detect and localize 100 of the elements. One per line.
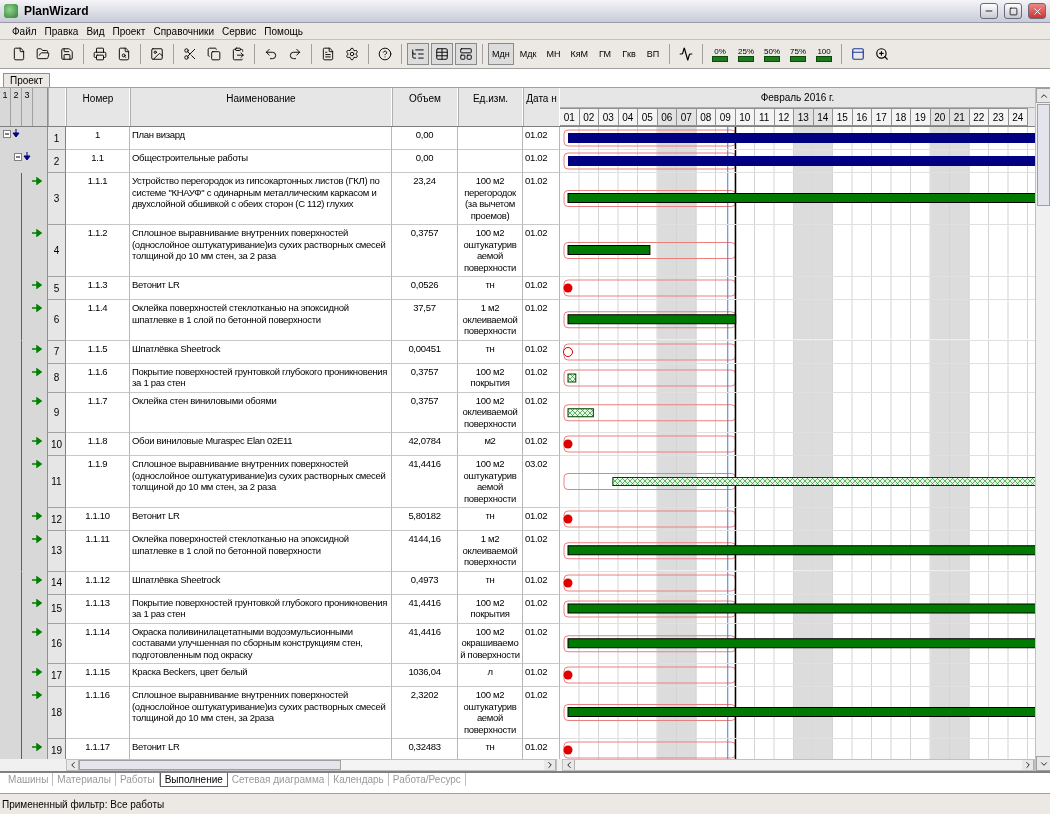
view-mode-button[interactable]: Мдк: [515, 43, 541, 65]
close-button[interactable]: [1028, 3, 1046, 19]
menu-item[interactable]: Вид: [82, 25, 109, 37]
row-number[interactable]: 10: [48, 433, 66, 456]
milestone-marker[interactable]: [563, 670, 573, 680]
milestone-marker[interactable]: [563, 578, 573, 587]
row-number[interactable]: 11: [48, 456, 66, 508]
progress-button[interactable]: 0%: [708, 43, 733, 65]
milestone-marker[interactable]: [563, 745, 573, 755]
menu-item[interactable]: Помощь: [260, 25, 307, 37]
row-number[interactable]: 13: [48, 531, 66, 572]
scroll-left-button[interactable]: [563, 760, 575, 770]
horizontal-scrollbar[interactable]: [562, 759, 1035, 771]
open-folder-icon: [36, 47, 50, 61]
table-cell: 100 м2 оштукатурив аемой поверхности: [458, 456, 523, 508]
task-bar[interactable]: [567, 545, 1035, 556]
scroll-left-button[interactable]: [67, 760, 79, 770]
table-cell: Покрытие поверхностей грунтовкой глубокого проникновения за 1 раз стен: [130, 594, 392, 624]
outline-level-button[interactable]: 1: [0, 88, 11, 126]
scroll-up-button[interactable]: [1036, 88, 1050, 103]
menu-item[interactable]: Сервис: [218, 25, 261, 37]
hatched-task-bar[interactable]: [567, 407, 594, 417]
hatched-task-bar[interactable]: [612, 477, 1035, 486]
row-number[interactable]: 7: [48, 340, 66, 364]
row-number[interactable]: 8: [48, 363, 66, 393]
row-number[interactable]: 17: [48, 664, 66, 687]
row-number[interactable]: 12: [48, 508, 66, 531]
column-header[interactable]: Наименование: [130, 88, 392, 126]
panel-layout-button[interactable]: [455, 43, 477, 65]
horizontal-scrollbar[interactable]: [66, 759, 557, 771]
view-mode-button[interactable]: КяМ: [566, 43, 593, 65]
scrollbar-thumb[interactable]: [79, 760, 341, 770]
column-header[interactable]: Номер: [66, 88, 130, 126]
menu-item[interactable]: Файл: [8, 25, 41, 37]
column-header[interactable]: Ед.изм.: [458, 88, 523, 126]
waveform-icon: [679, 47, 694, 61]
progress-button[interactable]: 50%: [760, 43, 785, 65]
collapse-icon[interactable]: [14, 152, 32, 162]
row-number[interactable]: 9: [48, 392, 66, 433]
row-number[interactable]: 3: [48, 173, 66, 225]
day-header: 16: [852, 108, 872, 126]
table-icon: [435, 47, 449, 61]
row-number[interactable]: 6: [48, 300, 66, 341]
tree-view-button[interactable]: [407, 43, 429, 65]
row-number[interactable]: 15: [48, 594, 66, 624]
task-bar[interactable]: [567, 314, 737, 325]
view-mode-button[interactable]: ГМ: [594, 43, 617, 65]
add-panel-icon: [851, 47, 866, 61]
vertical-scrollbar[interactable]: [1035, 88, 1050, 771]
milestone-marker[interactable]: [563, 514, 573, 524]
row-number[interactable]: 1: [48, 127, 66, 150]
view-mode-button[interactable]: Мдн: [488, 43, 514, 65]
day-header: 14: [813, 108, 833, 126]
view-mode-button[interactable]: Гкв: [618, 43, 641, 65]
task-bar[interactable]: [567, 637, 1035, 648]
row-number[interactable]: 19: [48, 739, 66, 759]
column-header[interactable]: Объем: [392, 88, 458, 126]
day-header: 21: [950, 108, 970, 126]
row-number[interactable]: 14: [48, 571, 66, 595]
day-header: 17: [872, 108, 892, 126]
progress-button[interactable]: 100: [812, 43, 837, 65]
arrow-right-icon: [32, 743, 42, 751]
row-number[interactable]: 4: [48, 225, 66, 277]
table-cell: 1.1.1: [66, 173, 130, 225]
scroll-right-button[interactable]: [1022, 760, 1034, 770]
table-cell: 1 м2 оклеиваемой поверхности: [458, 531, 523, 572]
milestone-marker[interactable]: [563, 439, 573, 449]
table-cell: 1.1.6: [66, 363, 130, 393]
row-number[interactable]: 5: [48, 277, 66, 300]
progress-button[interactable]: 75%: [786, 43, 811, 65]
day-header: 20: [930, 108, 950, 126]
table-cell: 0,00: [392, 127, 458, 150]
hatched-task-bar[interactable]: [567, 373, 577, 382]
progress-button[interactable]: 25%: [734, 43, 759, 65]
view-mode-button[interactable]: МН: [542, 43, 565, 65]
milestone-outline-marker[interactable]: [563, 346, 573, 357]
outline-level-button[interactable]: 3: [22, 88, 33, 126]
menu-item[interactable]: Проект: [108, 25, 150, 37]
table-cell: тн: [458, 508, 523, 531]
maximize-button[interactable]: [1004, 3, 1022, 19]
document-tab[interactable]: Проект: [3, 73, 50, 87]
table-cell: 01.02: [523, 150, 560, 173]
table-cell: 1.1.5: [66, 340, 130, 364]
minimize-button[interactable]: [980, 3, 998, 19]
collapse-icon[interactable]: [3, 129, 21, 139]
table-button[interactable]: [431, 43, 453, 65]
outline-level-button[interactable]: 2: [11, 88, 22, 126]
view-tab[interactable]: Выполнение: [159, 773, 228, 787]
view-mode-button[interactable]: ВП: [642, 43, 665, 65]
row-number[interactable]: 2: [48, 150, 66, 173]
day-header: 04: [618, 108, 638, 126]
menu-item[interactable]: Правка: [40, 25, 83, 37]
milestone-marker[interactable]: [563, 283, 573, 293]
row-number[interactable]: 18: [48, 687, 66, 739]
scroll-right-button[interactable]: [544, 760, 556, 770]
table-cell: 1.1.3: [66, 277, 130, 300]
scrollbar-thumb[interactable]: [1037, 104, 1050, 206]
menu-item[interactable]: Справочники: [149, 25, 218, 37]
table-cell: 41,4416: [392, 456, 458, 508]
row-number[interactable]: 16: [48, 623, 66, 664]
